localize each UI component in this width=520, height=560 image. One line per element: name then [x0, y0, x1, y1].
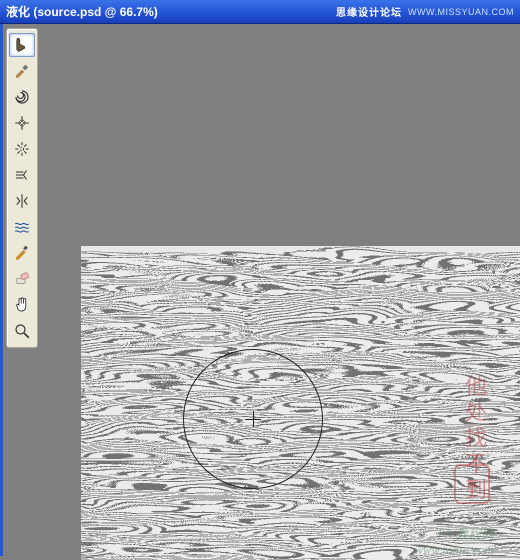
push-left-icon — [13, 166, 31, 184]
hand-icon — [13, 296, 31, 314]
brush-icon — [13, 62, 31, 80]
brand-site-url: WWW.MISSYUAN.COM — [408, 7, 514, 17]
canvas-viewport[interactable] — [43, 28, 520, 556]
mirror-tool[interactable] — [9, 189, 35, 213]
thaw-mask-tool[interactable] — [9, 267, 35, 291]
turbulence-tool[interactable] — [9, 215, 35, 239]
bloat-tool[interactable] — [9, 137, 35, 161]
reconstruct-tool[interactable] — [9, 59, 35, 83]
window-title: 液化 (source.psd @ 66.7%) — [6, 3, 158, 20]
brand-site-name: 思缘设计论坛 — [336, 4, 402, 19]
eraser-icon — [13, 270, 31, 288]
branding: 思缘设计论坛 WWW.MISSYUAN.COM — [336, 4, 514, 19]
twirl-cw-tool[interactable] — [9, 85, 35, 109]
hand-tool[interactable] — [9, 293, 35, 317]
title-bar: 液化 (source.psd @ 66.7%) 思缘设计论坛 WWW.MISSY… — [0, 0, 520, 24]
bloat-icon — [13, 140, 31, 158]
finger-push-icon — [13, 36, 31, 54]
zoom-tool[interactable] — [9, 319, 35, 343]
freeze-mask-tool[interactable] — [9, 241, 35, 265]
pencil-fill-icon — [13, 244, 31, 262]
liquify-toolbox — [6, 28, 38, 348]
wavy-lines-texture — [81, 246, 520, 560]
artwork-layer — [81, 246, 520, 560]
content-area: 他处找不到 印 PS 教程网 www.to8to.com — [0, 24, 520, 556]
pucker-tool[interactable] — [9, 111, 35, 135]
push-left-tool[interactable] — [9, 163, 35, 187]
pucker-icon — [13, 114, 31, 132]
mirror-icon — [13, 192, 31, 210]
waves-icon — [13, 218, 31, 236]
magnifier-icon — [13, 322, 31, 340]
spiral-icon — [13, 88, 31, 106]
forward-warp-tool[interactable] — [9, 33, 35, 57]
